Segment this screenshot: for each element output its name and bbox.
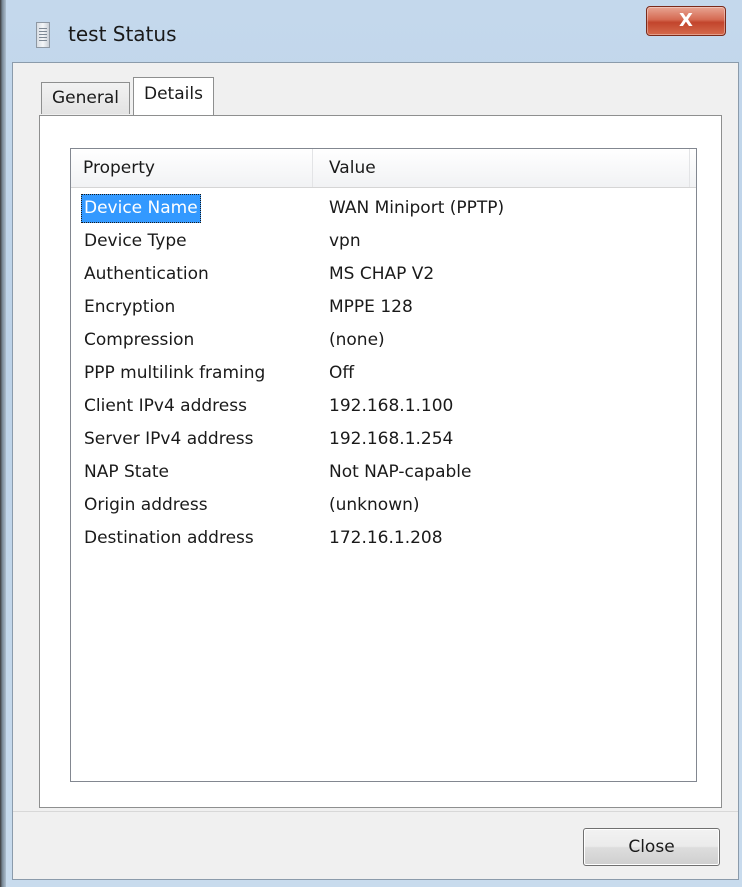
list-item[interactable]: Server IPv4 address 192.168.1.254 <box>71 425 696 458</box>
property-cell: Device Type <box>84 231 187 251</box>
list-item[interactable]: Compression (none) <box>71 326 696 359</box>
list-item[interactable]: Device Type vpn <box>71 227 696 260</box>
value-cell: Off <box>329 363 355 383</box>
value-cell: vpn <box>329 231 361 251</box>
dialog-body: General Details Property Value Device Na… <box>12 62 739 880</box>
list-header: Property Value <box>71 149 696 188</box>
title-bar[interactable]: test Status X <box>6 0 742 62</box>
list-item[interactable]: Origin address (unknown) <box>71 491 696 524</box>
network-connection-icon <box>36 22 50 48</box>
window-title: test Status <box>68 22 177 46</box>
value-cell: 192.168.1.100 <box>329 396 454 416</box>
value-cell: 172.16.1.208 <box>329 528 443 548</box>
value-cell: MPPE 128 <box>329 297 413 317</box>
property-cell: PPP multilink framing <box>84 363 266 383</box>
list-item[interactable]: Destination address 172.16.1.208 <box>71 524 696 557</box>
property-cell: NAP State <box>84 462 169 482</box>
window-close-button[interactable]: X <box>646 6 726 36</box>
close-icon: X <box>679 10 693 31</box>
window-edge <box>0 0 6 887</box>
list-item[interactable]: Device Name WAN Miniport (PPTP) <box>71 194 696 227</box>
close-button[interactable]: Close <box>583 828 720 866</box>
property-cell: Client IPv4 address <box>84 396 247 416</box>
property-cell: Server IPv4 address <box>84 429 254 449</box>
tab-details[interactable]: Details <box>133 77 214 115</box>
property-cell: Device Name <box>81 194 201 223</box>
list-item[interactable]: Authentication MS CHAP V2 <box>71 260 696 293</box>
list-item[interactable]: Encryption MPPE 128 <box>71 293 696 326</box>
value-cell: (unknown) <box>329 495 420 515</box>
property-cell: Authentication <box>84 264 209 284</box>
column-header-value[interactable]: Value <box>313 149 690 187</box>
list-item[interactable]: NAP State Not NAP-capable <box>71 458 696 491</box>
tab-general[interactable]: General <box>41 82 130 114</box>
value-cell: WAN Miniport (PPTP) <box>329 198 505 218</box>
value-cell: 192.168.1.254 <box>329 429 454 449</box>
details-list[interactable]: Property Value Device Name WAN Miniport (… <box>70 148 697 782</box>
value-cell: Not NAP-capable <box>329 462 472 482</box>
property-cell: Destination address <box>84 528 254 548</box>
list-item[interactable]: PPP multilink framing Off <box>71 359 696 392</box>
property-cell: Compression <box>84 330 195 350</box>
list-item[interactable]: Client IPv4 address 192.168.1.100 <box>71 392 696 425</box>
value-cell: (none) <box>329 330 385 350</box>
column-header-property[interactable]: Property <box>71 149 313 187</box>
property-cell: Encryption <box>84 297 176 317</box>
list-rows: Device Name WAN Miniport (PPTP) Device Typ… <box>71 194 696 557</box>
divider <box>13 811 738 812</box>
value-cell: MS CHAP V2 <box>329 264 435 284</box>
property-cell: Origin address <box>84 495 208 515</box>
window-frame: test Status X General Details Property V… <box>0 0 742 887</box>
details-tab-panel: Property Value Device Name WAN Miniport (… <box>39 115 722 808</box>
